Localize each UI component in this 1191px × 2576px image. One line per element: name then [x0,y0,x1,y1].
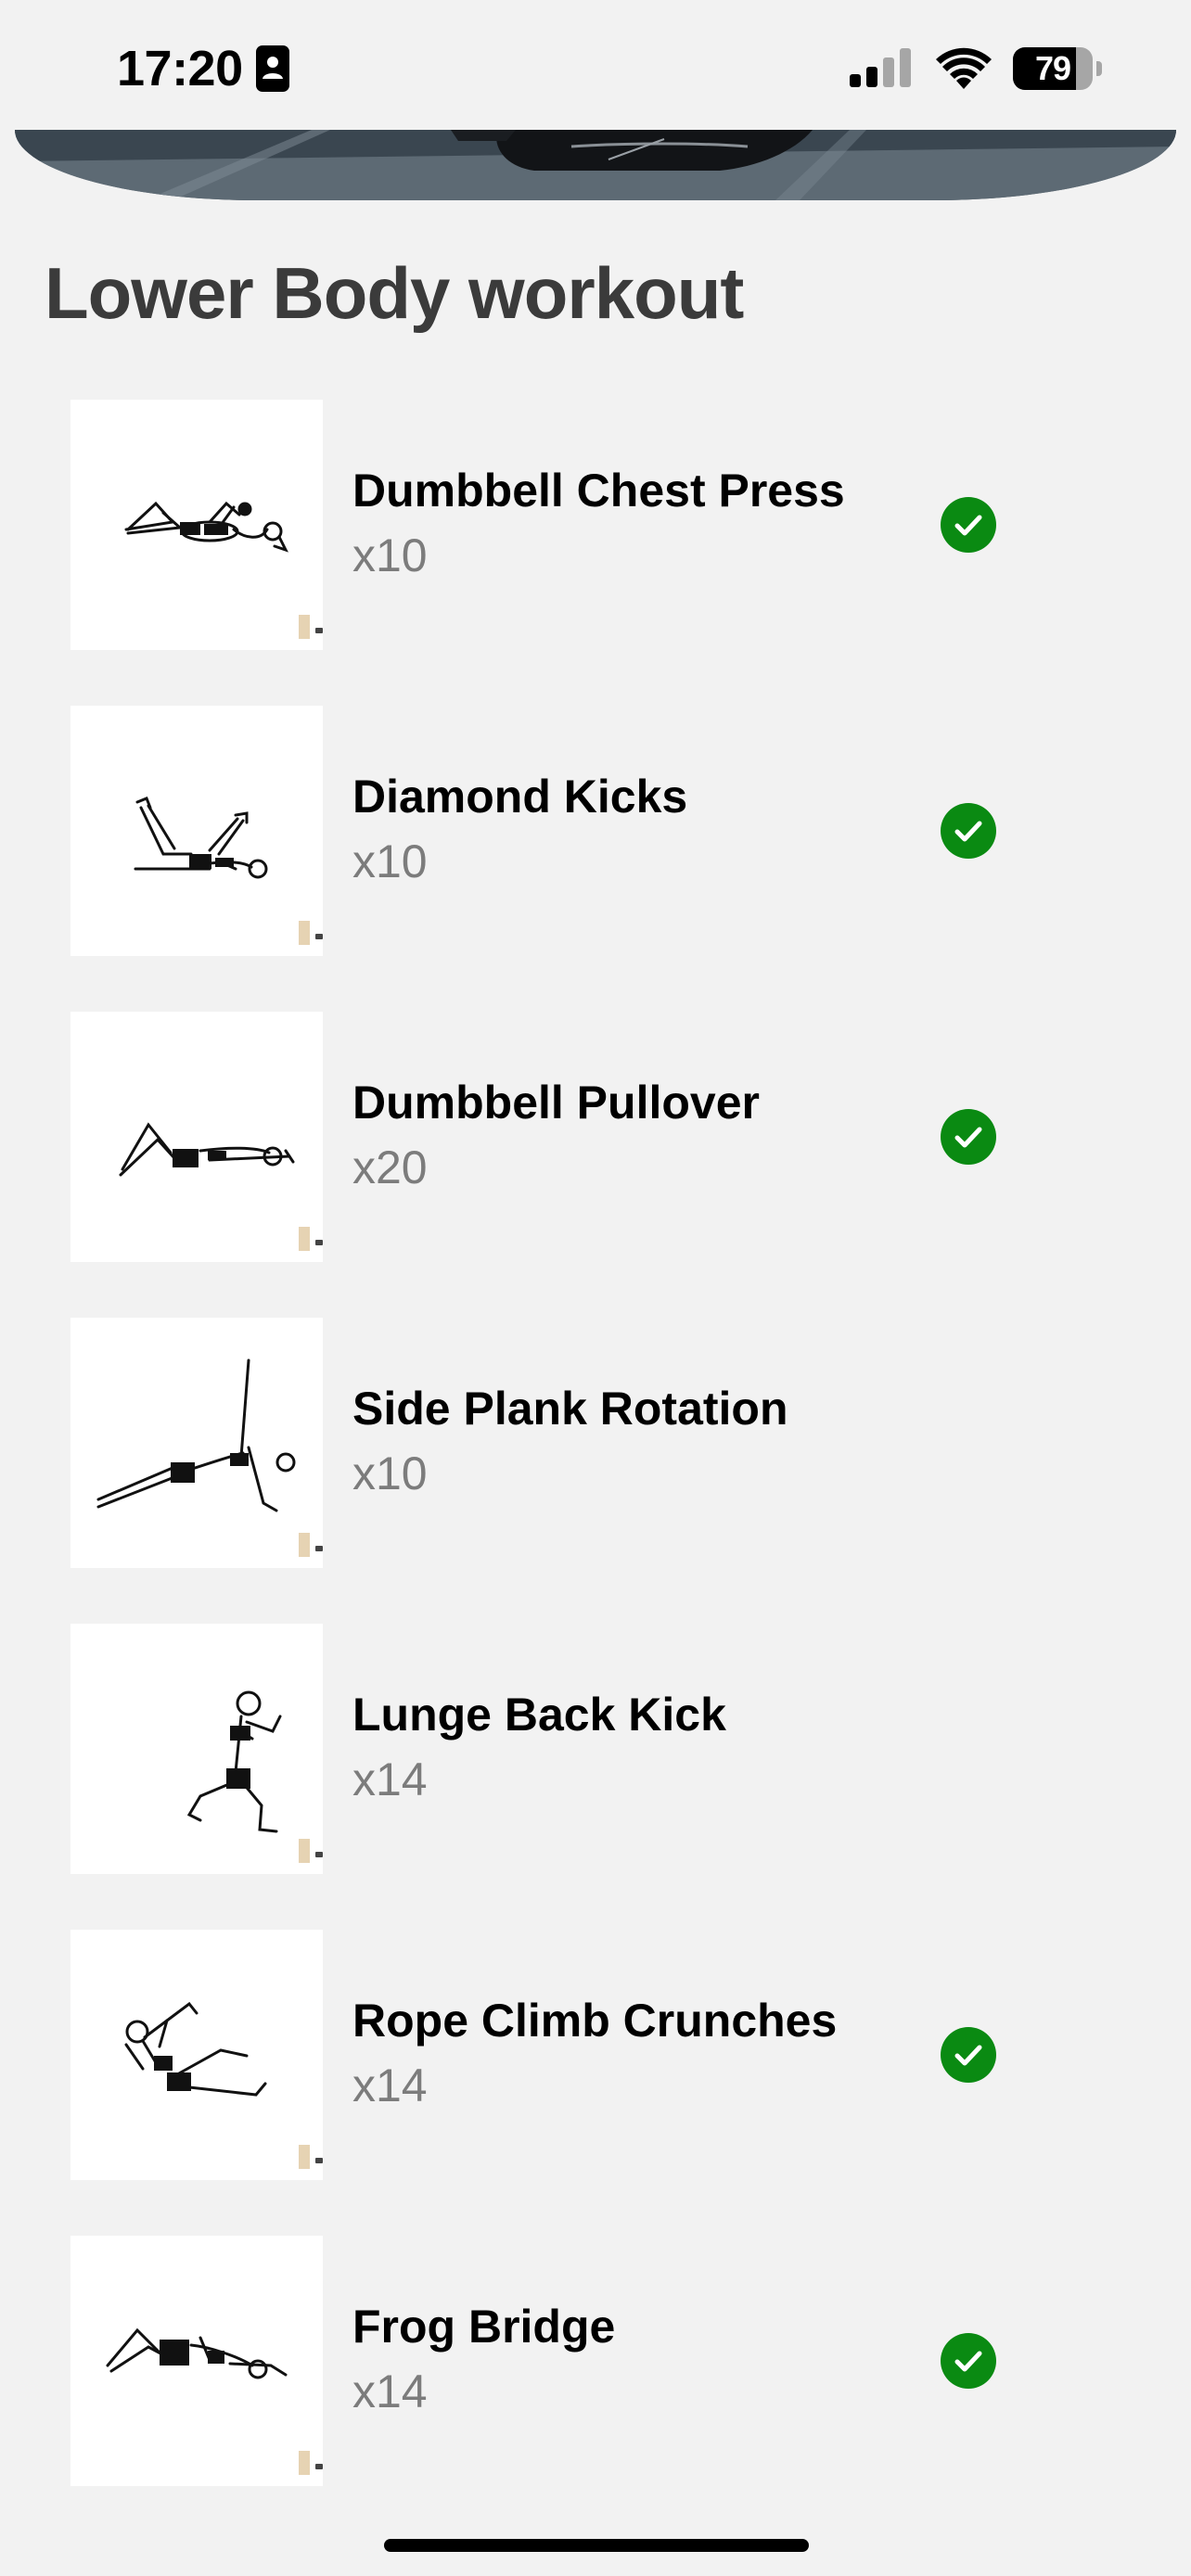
completed-check-icon [941,803,996,859]
exercise-illustration-icon [106,2327,288,2379]
battery-percentage: 79 [1034,49,1071,87]
exercise-reps: x14 [352,2365,428,2417]
battery-cap [1096,61,1102,76]
exercise-reps: x14 [352,2059,428,2111]
watermark-mark [315,934,323,939]
exercise-reps: x10 [352,529,428,581]
hero-photo-floor-and-shoe [15,130,1176,200]
exercise-illustration-icon [119,1122,295,1177]
status-time: 17:20 [117,41,243,96]
exercise-item[interactable]: Diamond Kicks x10 [70,706,1119,956]
exercise-item[interactable]: Side Plank Rotation x10 [70,1318,1119,1568]
watermark-mark [315,1546,323,1551]
watermark-tag [299,2451,310,2475]
battery-icon: 79 [1013,47,1102,90]
exercise-item[interactable]: Dumbbell Chest Press x10 [70,400,1119,650]
side-plank-rotation-illustration [70,1318,323,1568]
watermark-tag [299,615,310,639]
completed-check-icon [941,2027,996,2083]
exercise-name: Side Plank Rotation [352,1382,788,1435]
status-time-group: 17:20 [117,41,289,96]
rope-climb-crunches-illustration [70,1930,323,2180]
exercise-info: Side Plank Rotation x10 [352,1318,872,1568]
watermark-mark [315,628,323,633]
exercise-info: Dumbbell Pullover x20 [352,1012,872,1262]
exercise-info: Frog Bridge x14 [352,2236,872,2486]
workout-hero-image [15,130,1176,200]
exercise-item[interactable]: Lunge Back Kick x14 [70,1624,1119,1874]
exercise-reps: x10 [352,835,428,887]
exercise-illustration-icon [134,797,268,879]
wifi-icon [936,47,992,89]
exercise-name: Lunge Back Kick [352,1688,726,1741]
exercise-info: Rope Climb Crunches x14 [352,1930,872,2180]
exercise-illustration-icon [124,2001,267,2097]
exercise-name: Dumbbell Chest Press [352,464,845,516]
watermark-tag [299,2145,310,2169]
page-title: Lower Body workout [45,252,744,334]
status-bar: 17:20 79 [0,0,1191,130]
completed-check-icon [941,2333,996,2389]
exercise-list: Dumbbell Chest Press x10 Diamond Kicks x… [0,0,1191,2576]
exercise-item[interactable]: Dumbbell Pullover x20 [70,1012,1119,1262]
exercise-reps: x20 [352,1141,428,1193]
exercise-illustration-icon [124,501,288,553]
exercise-reps: x14 [352,1753,428,1805]
diamond-kicks-illustration [70,706,323,956]
watermark-tag [299,1839,310,1863]
watermark-mark [315,2464,323,2469]
lunge-back-kick-illustration [70,1624,323,1874]
exercise-name: Diamond Kicks [352,770,688,823]
focus-person-icon [255,45,289,92]
watermark-mark [315,2158,323,2163]
exercise-name: Frog Bridge [352,2300,616,2353]
status-indicators: 79 [848,46,1102,91]
exercise-reps: x10 [352,1447,428,1499]
battery-body: 79 [1013,47,1093,90]
frog-bridge-illustration [70,2236,323,2486]
exercise-name: Dumbbell Pullover [352,1076,760,1129]
exercise-item[interactable]: Rope Climb Crunches x14 [70,1930,1119,2180]
exercise-item[interactable]: Frog Bridge x14 [70,2236,1119,2486]
watermark-tag [299,921,310,945]
exercise-illustration-icon [96,1358,296,1512]
exercise-info: Diamond Kicks x10 [352,706,872,956]
dumbbell-pullover-illustration [70,1012,323,1262]
exercise-info: Dumbbell Chest Press x10 [352,400,872,650]
cellular-signal-icon [850,48,911,87]
watermark-mark [315,1852,323,1857]
exercise-illustration-icon [186,1690,282,1833]
watermark-tag [299,1227,310,1251]
exercise-info: Lunge Back Kick x14 [352,1624,872,1874]
exercise-name: Rope Climb Crunches [352,1994,838,2047]
dumbbell-chest-press-illustration [70,400,323,650]
watermark-mark [315,1240,323,1245]
home-indicator[interactable] [384,2539,809,2552]
completed-check-icon [941,497,996,553]
watermark-tag [299,1533,310,1557]
completed-check-icon [941,1109,996,1165]
